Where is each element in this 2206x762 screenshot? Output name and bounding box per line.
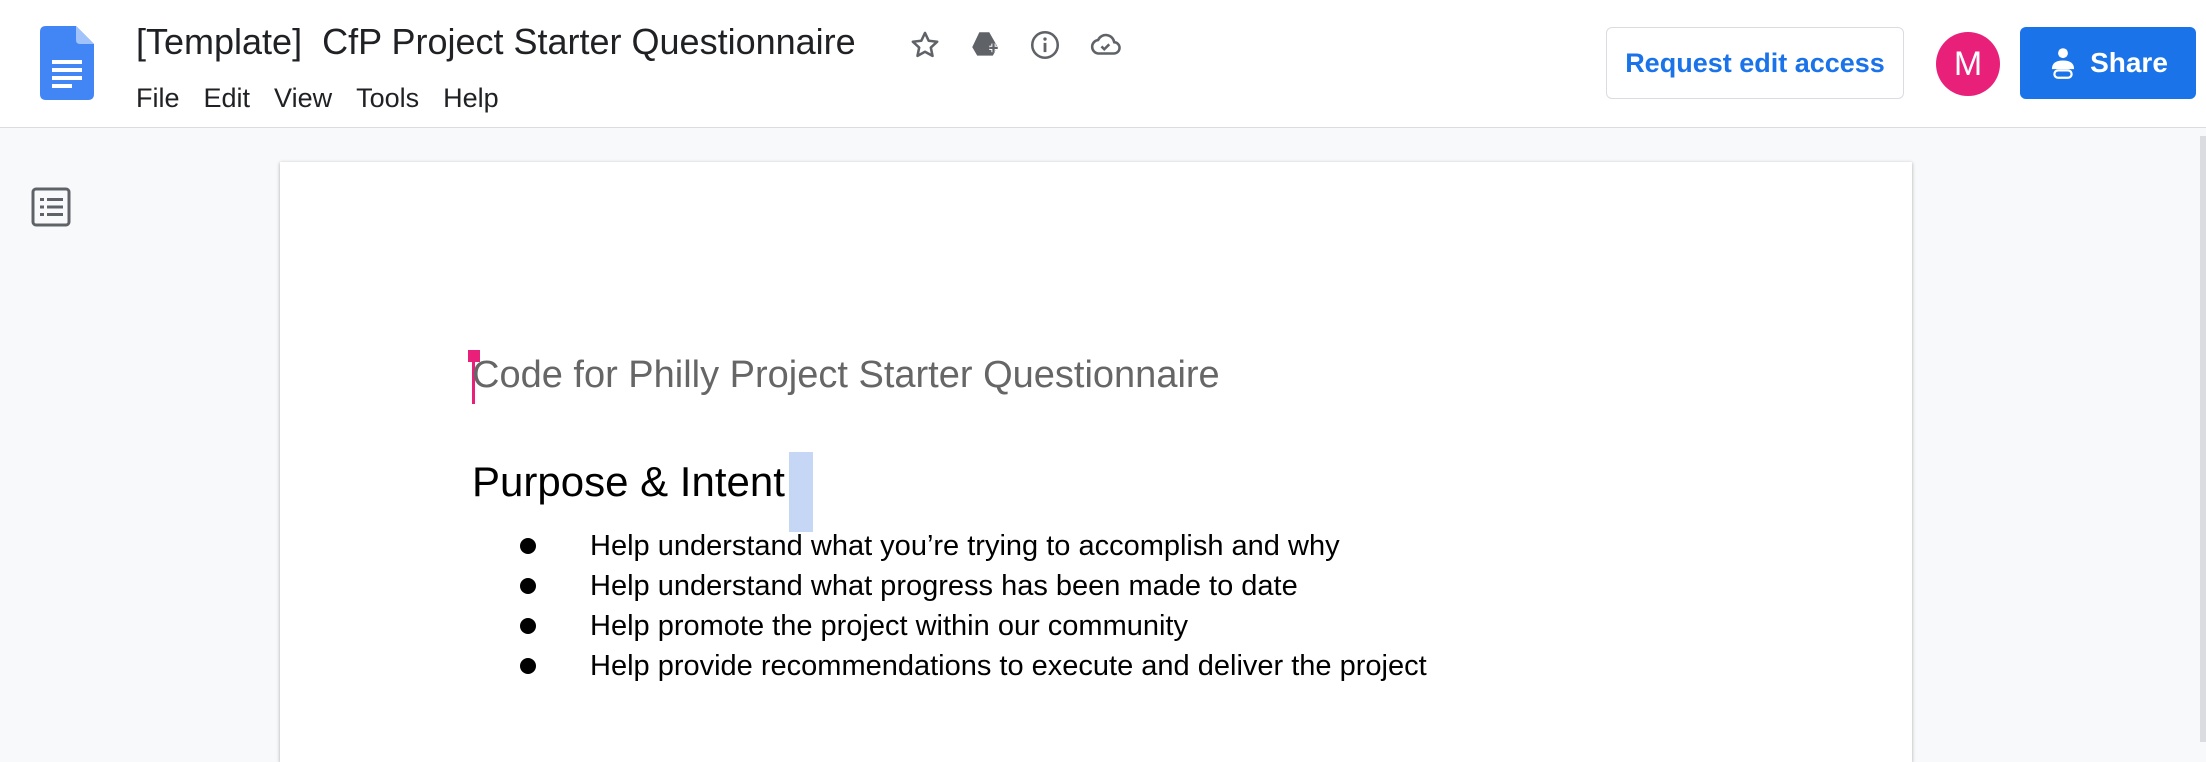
bullet-icon (520, 618, 536, 634)
bullet-icon (520, 538, 536, 554)
document-page[interactable]: Code for Philly Project Starter Question… (280, 162, 1912, 762)
star-icon[interactable] (904, 24, 946, 66)
share-person-icon (2052, 48, 2075, 79)
title-icon-group (904, 24, 1126, 66)
list-item-text: Help understand what progress has been m… (590, 569, 1298, 602)
scrollbar[interactable] (2200, 136, 2206, 742)
document-title[interactable]: [Template] CfP Project Starter Questionn… (136, 18, 856, 66)
share-button[interactable]: Share (2020, 27, 2196, 99)
menu-view[interactable]: View (262, 74, 344, 122)
list-item[interactable]: Help promote the project within our comm… (520, 606, 1427, 646)
menu-tools[interactable]: Tools (344, 74, 431, 122)
request-edit-access-button[interactable]: Request edit access (1606, 27, 1904, 99)
document-outline-icon[interactable] (30, 186, 72, 228)
document-heading[interactable]: Code for Philly Project Starter Question… (472, 350, 1220, 400)
list-item[interactable]: Help understand what you’re trying to ac… (520, 526, 1427, 566)
section-heading[interactable]: Purpose & Intent (472, 454, 785, 510)
move-to-drive-icon[interactable] (964, 24, 1006, 66)
share-button-label: Share (2090, 47, 2168, 78)
info-icon[interactable] (1024, 24, 1066, 66)
avatar[interactable]: M (1936, 32, 2000, 96)
menu-edit[interactable]: Edit (192, 74, 263, 122)
top-bar: [Template] CfP Project Starter Questionn… (0, 0, 2206, 128)
menu-help[interactable]: Help (431, 74, 511, 122)
cloud-saved-icon[interactable] (1084, 24, 1126, 66)
bullet-icon (520, 578, 536, 594)
google-docs-logo-icon[interactable] (40, 26, 94, 100)
list-item[interactable]: Help understand what progress has been m… (520, 566, 1427, 606)
text-selection (789, 452, 813, 532)
bullet-icon (520, 658, 536, 674)
list-item-text: Help promote the project within our comm… (590, 609, 1188, 642)
list-item[interactable]: Help provide recommendations to execute … (520, 646, 1427, 686)
list-item-text: Help provide recommendations to execute … (590, 649, 1427, 682)
list-item-text: Help understand what you’re trying to ac… (590, 529, 1340, 562)
menu-file[interactable]: File (124, 74, 192, 122)
menu-bar: File Edit View Tools Help (124, 74, 511, 122)
bullet-list: Help understand what you’re trying to ac… (520, 526, 1427, 686)
